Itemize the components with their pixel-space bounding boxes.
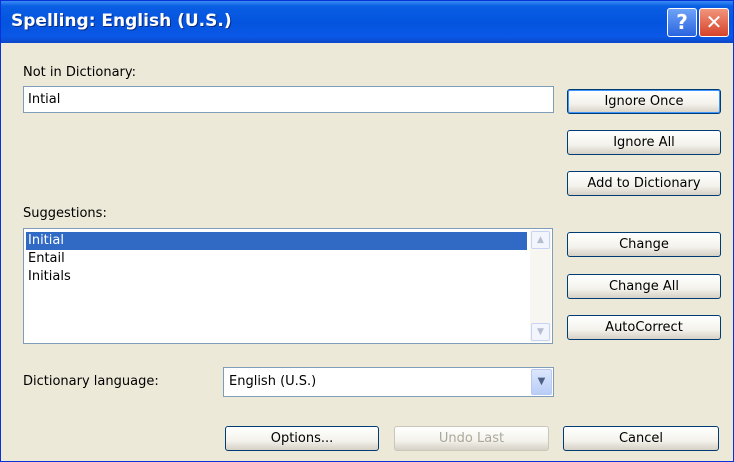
suggestions-label: Suggestions:: [23, 206, 107, 221]
not-in-dictionary-label: Not in Dictionary:: [23, 65, 137, 80]
options-button[interactable]: Options...: [225, 426, 379, 451]
suggestion-item[interactable]: Initial: [26, 232, 527, 250]
scroll-up-icon: ▲: [537, 235, 544, 245]
add-to-dictionary-button[interactable]: Add to Dictionary: [567, 171, 721, 196]
change-button[interactable]: Change: [567, 232, 721, 257]
scroll-up-button[interactable]: ▲: [531, 231, 550, 249]
scroll-down-icon: ▼: [537, 327, 544, 337]
title-bar[interactable]: Spelling: English (U.S.) ? ✕: [1, 1, 733, 43]
suggestions-list[interactable]: Initial Entail Initials ▲ ▼: [23, 228, 553, 344]
scroll-down-button[interactable]: ▼: [531, 323, 550, 341]
dropdown-button[interactable]: ▼: [531, 369, 552, 395]
suggestion-item[interactable]: Entail: [26, 250, 527, 268]
window-title: Spelling: English (U.S.): [11, 11, 232, 31]
ignore-all-button[interactable]: Ignore All: [567, 130, 721, 155]
dictionary-language-select[interactable]: English (U.S.) ▼: [223, 367, 554, 397]
dictionary-language-label: Dictionary language:: [23, 374, 159, 389]
suggestions-scrollbar[interactable]: ▲ ▼: [530, 230, 551, 342]
suggestion-item[interactable]: Initials: [26, 268, 527, 286]
undo-last-button: Undo Last: [394, 426, 549, 451]
not-in-dictionary-field[interactable]: Intial: [23, 86, 554, 113]
change-all-button[interactable]: Change All: [567, 274, 721, 299]
dictionary-language-value: English (U.S.): [229, 374, 317, 389]
help-icon: ?: [676, 10, 688, 34]
autocorrect-button[interactable]: AutoCorrect: [567, 315, 721, 340]
spelling-dialog: Spelling: English (U.S.) ? ✕ Not in Dict…: [0, 0, 734, 462]
help-button[interactable]: ?: [667, 8, 697, 37]
close-icon: ✕: [705, 10, 723, 34]
ignore-once-button[interactable]: Ignore Once: [567, 89, 721, 114]
cancel-button[interactable]: Cancel: [563, 426, 719, 451]
close-button[interactable]: ✕: [699, 8, 729, 37]
chevron-down-icon: ▼: [537, 376, 546, 387]
not-in-dictionary-value: Intial: [28, 92, 61, 107]
